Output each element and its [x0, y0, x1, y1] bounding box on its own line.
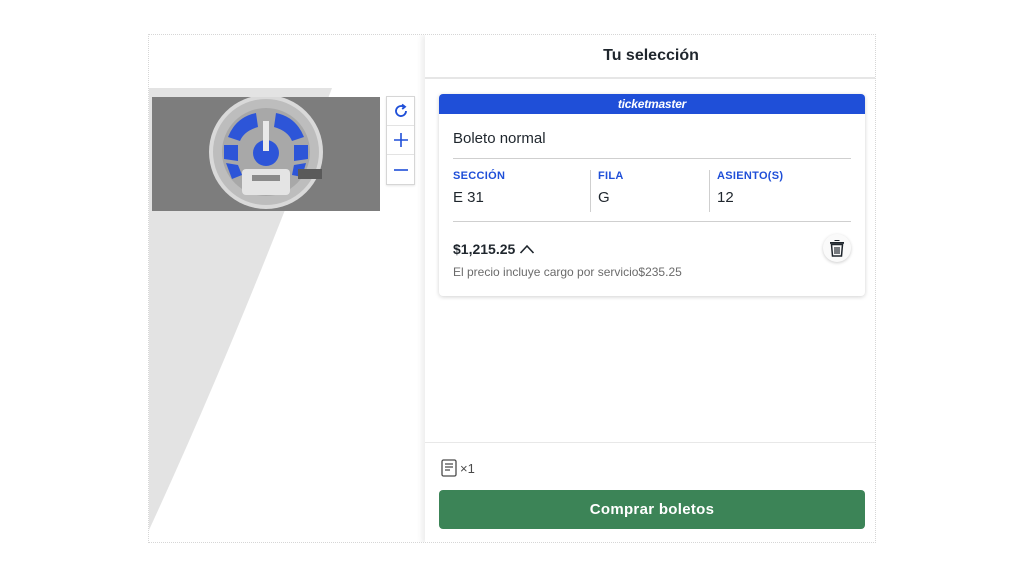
seat-label: ASIENTO(S)	[717, 170, 784, 182]
quantity-count: ×1	[460, 460, 475, 476]
map-zoom-controls	[386, 96, 415, 185]
trash-icon	[830, 240, 844, 257]
divider	[453, 221, 851, 222]
row-value: G	[598, 189, 610, 206]
section-label: SECCIÓN	[453, 170, 506, 182]
ticket-icon	[441, 459, 457, 477]
divider	[709, 170, 710, 212]
seat-map-area[interactable]	[149, 35, 425, 542]
zoom-in-button[interactable]	[387, 126, 414, 155]
divider	[425, 442, 875, 443]
section-value: E 31	[453, 189, 484, 206]
venue-map-drawing	[209, 97, 323, 209]
page-title: Tu selección	[603, 47, 699, 64]
divider	[453, 158, 851, 159]
zoom-in-icon	[393, 133, 408, 147]
reset-map-button[interactable]	[387, 97, 414, 126]
seat-value: 12	[717, 189, 734, 206]
row-label: FILA	[598, 170, 624, 182]
app-frame: Tu selección ticketmaster Boleto normal …	[148, 34, 876, 543]
ticket-card: ticketmaster Boleto normal SECCIÓN E 31 …	[439, 94, 865, 296]
chevron-up-icon	[520, 244, 535, 254]
seat-section: SECCIÓN E 31	[453, 170, 505, 214]
ticket-price: $1,215.25	[453, 241, 516, 257]
reset-icon	[394, 103, 407, 117]
seat-number: ASIENTO(S) 12	[717, 170, 783, 214]
venue-minimap[interactable]	[152, 97, 380, 211]
remove-ticket-button[interactable]	[823, 234, 851, 262]
panel-header: Tu selección	[425, 35, 875, 79]
seat-row: FILA G	[598, 170, 624, 214]
selection-panel: Tu selección ticketmaster Boleto normal …	[425, 35, 875, 542]
ticketmaster-logo: ticketmaster	[617, 97, 687, 111]
price-toggle[interactable]: $1,215.25	[453, 241, 535, 257]
price-note: El precio incluye cargo por servicio$235…	[453, 265, 682, 279]
ticket-type: Boleto normal	[453, 130, 546, 147]
zoom-out-button[interactable]	[387, 155, 414, 184]
ticket-quantity: ×1	[441, 459, 475, 477]
ticketmaster-brand-bar: ticketmaster	[439, 94, 865, 114]
zoom-out-icon	[393, 168, 408, 171]
divider	[590, 170, 591, 212]
buy-tickets-button[interactable]: Comprar boletos	[439, 490, 865, 529]
